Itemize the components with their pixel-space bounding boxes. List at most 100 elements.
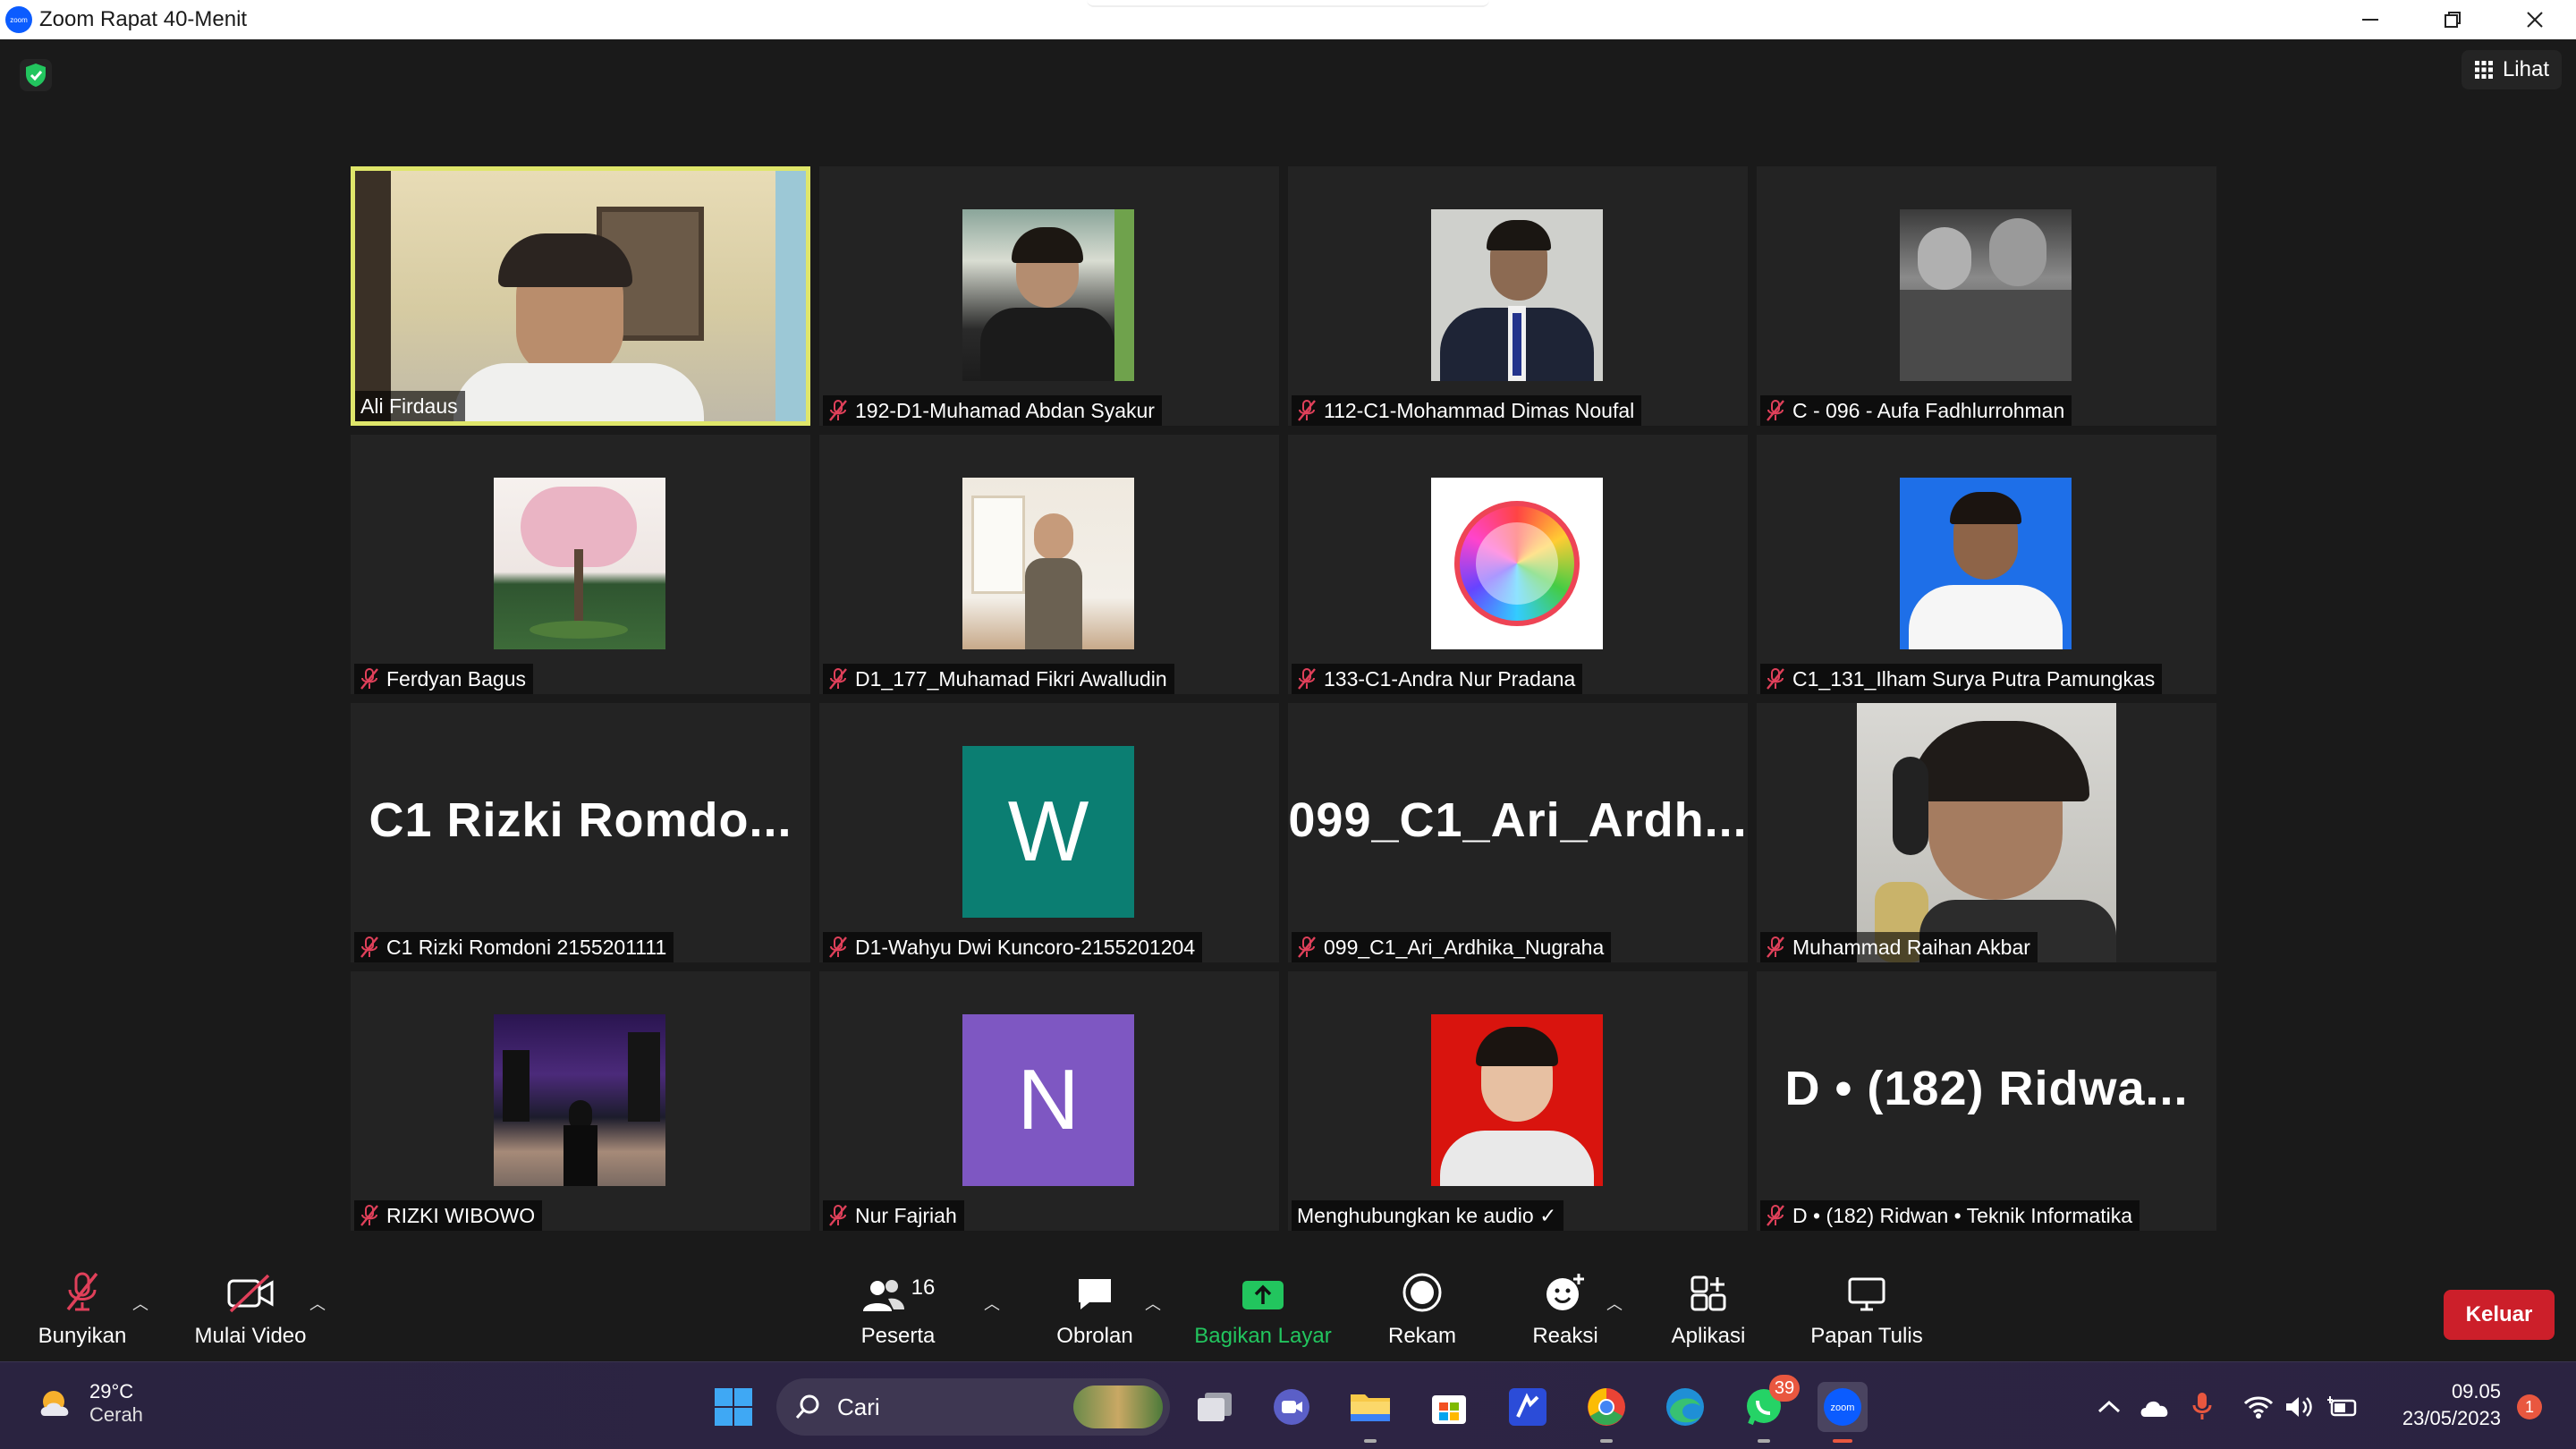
participant-tile[interactable]: C1_131_Ilham Surya Putra Pamungkas <box>1757 435 2216 694</box>
record-button[interactable]: Rekam <box>1383 1258 1462 1361</box>
weather-widget[interactable]: 29°C Cerah <box>36 1380 143 1427</box>
leave-button[interactable]: Keluar <box>2444 1290 2555 1340</box>
avatar <box>1431 478 1603 649</box>
participant-tile[interactable]: C1 Rizki Romdo... C1 Rizki Romdoni 21552… <box>351 703 810 962</box>
view-label: Lihat <box>2502 57 2549 81</box>
apps-button[interactable]: Aplikasi <box>1665 1258 1751 1361</box>
share-screen-button[interactable]: Bagikan Layar <box>1190 1258 1336 1361</box>
search-highlight-image <box>1073 1385 1163 1428</box>
muted-mic-icon <box>360 1205 378 1226</box>
weather-condition: Cerah <box>89 1403 143 1426</box>
microsoft-store-icon[interactable] <box>1424 1382 1474 1432</box>
participant-name-label: D1_177_Muhamad Fikri Awalludin <box>823 664 1174 694</box>
reactions-options-caret-icon[interactable]: ︿ <box>1606 1292 1623 1315</box>
muted-mic-icon <box>1767 668 1784 690</box>
microphone-tray-icon[interactable] <box>2181 1382 2224 1432</box>
reactions-button[interactable]: Reaksi <box>1530 1258 1601 1361</box>
participant-name-display: D • (182) Ridwa... <box>1784 1062 2189 1115</box>
window-controls <box>2329 0 2576 39</box>
participant-name-label: RIZKI WIBOWO <box>354 1200 543 1231</box>
notification-badge[interactable]: 1 <box>2517 1394 2542 1419</box>
edge-icon[interactable] <box>1660 1382 1710 1432</box>
battery-icon[interactable] <box>2322 1382 2363 1432</box>
participant-name-label: 112-C1-Mohammad Dimas Noufal <box>1292 395 1642 426</box>
participant-name-label: Ferdyan Bagus <box>354 664 533 694</box>
participant-tile[interactable]: C - 096 - Aufa Fadhlurrohman <box>1757 166 2216 426</box>
muted-mic-icon <box>360 936 378 958</box>
editor-app-icon[interactable] <box>1503 1382 1553 1432</box>
title-bar: zoom Zoom Rapat 40-Menit <box>0 0 2576 39</box>
share-screen-icon <box>1242 1281 1284 1309</box>
muted-mic-icon <box>1298 936 1316 958</box>
muted-mic-icon <box>829 668 847 690</box>
participants-options-caret-icon[interactable]: ︿ <box>984 1292 1000 1315</box>
taskbar-clock[interactable]: 09.05 23/05/2023 <box>2402 1378 2501 1432</box>
zoom-taskbar-icon[interactable]: zoom <box>1818 1382 1868 1443</box>
active-indicator <box>1758 1439 1770 1443</box>
sun-cloud-icon <box>40 1391 69 1416</box>
unmute-button[interactable]: Bunyikan <box>36 1258 129 1361</box>
participant-name-display: 099_C1_Ari_Ardh... <box>1288 793 1748 847</box>
participant-tile[interactable]: N Nur Fajriah <box>819 971 1279 1231</box>
muted-mic-icon <box>829 400 847 421</box>
participant-name-label: 099_C1_Ari_Ardhika_Nugraha <box>1292 932 1612 962</box>
avatar <box>494 478 665 649</box>
participant-tile[interactable]: Menghubungkan ke audio ✓ <box>1288 971 1748 1231</box>
view-button[interactable]: Lihat <box>2461 50 2562 89</box>
task-view-icon[interactable] <box>1190 1382 1240 1432</box>
muted-mic-icon <box>66 1272 98 1311</box>
participants-count: 16 <box>911 1275 936 1300</box>
wifi-icon[interactable] <box>2238 1382 2279 1432</box>
participant-name-label: Ali Firdaus <box>355 391 465 421</box>
windows-start-icon[interactable] <box>708 1382 758 1432</box>
meeting-area: Lihat Ali Firdaus 192-D1-Muhamad Abdan S… <box>0 39 2576 1258</box>
minimize-icon[interactable] <box>2329 0 2411 39</box>
participant-name-label: Muhammad Raihan Akbar <box>1760 932 2038 962</box>
whatsapp-icon[interactable]: 39 <box>1739 1375 1800 1443</box>
participant-name-label: 192-D1-Muhamad Abdan Syakur <box>823 395 1162 426</box>
avatar: N <box>962 1014 1134 1186</box>
muted-mic-icon <box>1767 1205 1784 1226</box>
video-options-caret-icon[interactable]: ︿ <box>309 1292 326 1315</box>
close-icon[interactable] <box>2494 0 2576 39</box>
active-indicator <box>1833 1439 1852 1443</box>
participant-grid: Ali Firdaus 192-D1-Muhamad Abdan Syakur <box>351 166 2224 1275</box>
participant-tile[interactable]: D1_177_Muhamad Fikri Awalludin <box>819 435 1279 694</box>
participant-tile[interactable]: 112-C1-Mohammad Dimas Noufal <box>1288 166 1748 426</box>
participant-name-display: C1 Rizki Romdo... <box>369 793 792 847</box>
participant-tile[interactable]: 099_C1_Ari_Ardh... 099_C1_Ari_Ardhika_Nu… <box>1288 703 1748 962</box>
file-explorer-icon[interactable] <box>1345 1382 1395 1443</box>
participant-tile[interactable]: 192-D1-Muhamad Abdan Syakur <box>819 166 1279 426</box>
start-video-button[interactable]: Mulai Video <box>188 1258 313 1361</box>
restore-icon[interactable] <box>2411 0 2494 39</box>
chat-icon <box>1079 1279 1111 1309</box>
participant-tile[interactable]: RIZKI WIBOWO <box>351 971 810 1231</box>
participant-tile[interactable]: Muhammad Raihan Akbar <box>1757 703 2216 962</box>
show-hidden-icons-chevron-icon[interactable] <box>2089 1382 2129 1432</box>
participant-tile[interactable]: Ali Firdaus <box>351 166 810 426</box>
muted-mic-icon <box>1298 400 1316 421</box>
chat-button[interactable]: Obrolan <box>1046 1258 1143 1361</box>
participant-name-label: C1_131_Ilham Surya Putra Pamungkas <box>1760 664 2163 694</box>
security-shield-icon[interactable] <box>20 59 52 91</box>
video-feed <box>1857 703 2116 962</box>
windows-taskbar: 29°C Cerah Cari 39 zoom 09.05 23/05/2023… <box>0 1361 2576 1449</box>
participant-name-label: C - 096 - Aufa Fadhlurrohman <box>1760 395 2072 426</box>
volume-icon[interactable] <box>2279 1382 2320 1432</box>
taskbar-search-input[interactable]: Cari <box>776 1378 1170 1436</box>
audio-options-caret-icon[interactable]: ︿ <box>132 1292 148 1315</box>
whiteboard-button[interactable]: Papan Tulis <box>1809 1258 1925 1361</box>
muted-mic-icon <box>1767 400 1784 421</box>
reaction-smile-icon <box>1546 1274 1584 1310</box>
participants-button[interactable]: 16 Peserta <box>853 1258 943 1361</box>
participant-tile[interactable]: Ferdyan Bagus <box>351 435 810 694</box>
meet-camera-icon[interactable] <box>1267 1382 1317 1432</box>
participant-tile[interactable]: D • (182) Ridwa... D • (182) Ridwan • Te… <box>1757 971 2216 1231</box>
participant-tile[interactable]: W D1-Wahyu Dwi Kuncoro-2155201204 <box>819 703 1279 962</box>
chat-options-caret-icon[interactable]: ︿ <box>1145 1292 1161 1315</box>
whiteboard-icon <box>1848 1277 1885 1311</box>
chrome-icon[interactable] <box>1581 1382 1631 1443</box>
onedrive-cloud-icon[interactable] <box>2132 1382 2177 1432</box>
participant-tile[interactable]: 133-C1-Andra Nur Pradana <box>1288 435 1748 694</box>
participant-name-label: Menghubungkan ke audio ✓ <box>1292 1200 1564 1231</box>
